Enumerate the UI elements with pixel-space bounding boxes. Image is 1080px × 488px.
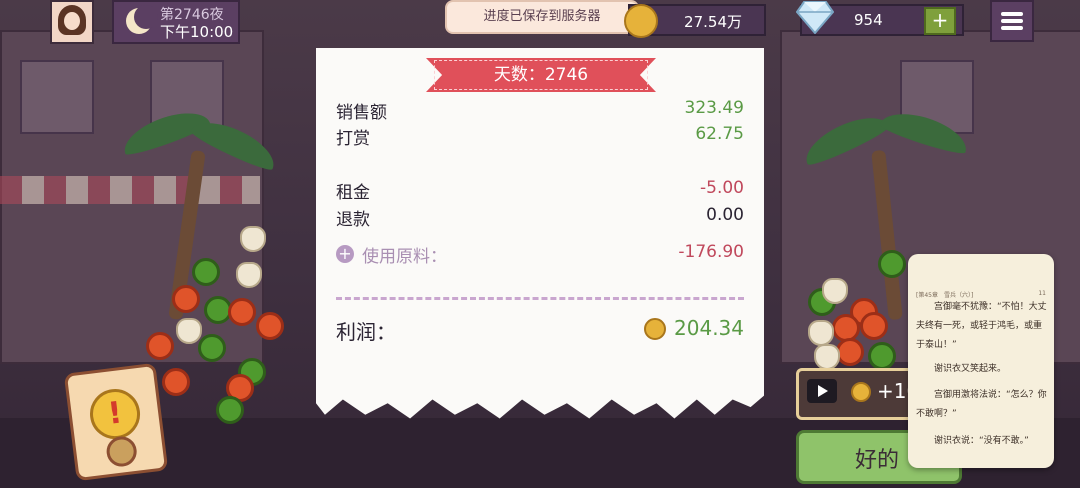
card-badge-icon xyxy=(104,434,139,469)
expand-ingredients-icon[interactable]: + xyxy=(336,245,354,263)
play-video-icon xyxy=(807,379,837,403)
reader-paragraph: 宫御用激将法说：“怎么？你不敢啊？” xyxy=(916,390,1047,419)
coin-balance: 27.54万 xyxy=(624,4,766,38)
ingredients-value: -176.90 xyxy=(678,242,744,262)
rent-value: -5.00 xyxy=(700,178,744,198)
pepper-icon xyxy=(216,396,244,424)
profit-row: 利润： 204.34 xyxy=(336,316,744,344)
tomato-icon xyxy=(256,312,284,340)
garlic-icon xyxy=(814,344,840,370)
garlic-icon xyxy=(808,320,834,346)
reader-page-number: 11 xyxy=(1038,290,1046,297)
day-banner: 天数：2746 xyxy=(426,58,656,92)
receipt-divider xyxy=(336,297,744,300)
profit-label: 利润： xyxy=(336,320,396,344)
tomato-icon xyxy=(228,298,256,326)
pepper-icon xyxy=(878,250,906,278)
background-window xyxy=(20,60,94,134)
tips-value: 62.75 xyxy=(695,124,744,144)
gem-value: 954 xyxy=(854,11,883,29)
diamond-icon xyxy=(796,1,834,34)
tips-row: 打赏 62.75 xyxy=(336,124,744,150)
daily-summary-receipt: 天数：2746 销售额 323.49 打赏 62.75 租金 -5.00 退款 … xyxy=(316,48,764,419)
profit-value: 204.34 xyxy=(674,316,744,340)
refund-row: 退款 0.00 xyxy=(336,205,744,231)
menu-icon-bar xyxy=(1001,26,1023,30)
garlic-icon xyxy=(176,318,202,344)
day-time-panel: 第2746夜 下午10:00 xyxy=(112,0,240,44)
reader-paragraph: 谢识衣又笑起来。 xyxy=(934,364,1007,374)
rent-label: 租金 xyxy=(336,183,370,203)
menu-icon-bar xyxy=(1001,12,1023,16)
add-gems-button[interactable]: + xyxy=(924,7,956,35)
tomato-icon xyxy=(172,285,200,313)
moon-icon xyxy=(126,5,158,34)
sales-label: 销售额 xyxy=(336,103,387,123)
garlic-icon xyxy=(822,278,848,304)
menu-icon-bar xyxy=(1001,19,1023,23)
sales-value: 323.49 xyxy=(684,98,744,118)
reader-paragraph: 宫御毫不犹豫：“不怕！大丈夫终有一死，或轻于鸿毛，或重于泰山！” xyxy=(916,302,1047,350)
clock-time: 下午10:00 xyxy=(160,23,234,41)
floating-reader-window[interactable]: [第45章 雪兵（六）] 11 宫御毫不犹豫：“不怕！大丈夫终有一死，或轻于鸿毛… xyxy=(908,254,1054,468)
pepper-icon xyxy=(198,334,226,362)
tomato-icon xyxy=(146,332,174,360)
refund-label: 退款 xyxy=(336,210,370,230)
player-avatar[interactable] xyxy=(50,0,94,44)
gem-balance: 954 + xyxy=(796,1,964,36)
tomato-icon xyxy=(860,312,888,340)
ok-button-label: 好的 xyxy=(855,448,900,473)
rent-row: 租金 -5.00 xyxy=(336,178,744,204)
ingredients-label: 使用原料： xyxy=(362,247,447,267)
save-status-toast: 进度已保存到服务器 xyxy=(445,0,639,34)
menu-button[interactable] xyxy=(990,0,1034,42)
coin-icon xyxy=(644,318,666,340)
ingredients-row[interactable]: + 使用原料： -176.90 xyxy=(336,242,744,268)
exclamation-icon: ! xyxy=(87,386,143,442)
refund-value: 0.00 xyxy=(706,205,744,225)
tomato-icon xyxy=(162,368,190,396)
avatar-face xyxy=(64,12,80,30)
tips-label: 打赏 xyxy=(336,129,370,149)
background-awning xyxy=(0,176,260,204)
pepper-icon xyxy=(192,258,220,286)
pepper-icon xyxy=(868,342,896,370)
garlic-icon xyxy=(240,226,266,252)
coin-icon xyxy=(851,382,871,402)
sales-row: 销售额 323.49 xyxy=(336,98,744,124)
tomato-icon xyxy=(836,338,864,366)
garlic-icon xyxy=(236,262,262,288)
coin-value: 27.54万 xyxy=(684,13,742,31)
coin-icon xyxy=(624,4,658,38)
reader-paragraph: 谢识衣说：“没有不敢。” xyxy=(934,436,1029,446)
alert-card-button[interactable]: ! xyxy=(63,362,169,482)
